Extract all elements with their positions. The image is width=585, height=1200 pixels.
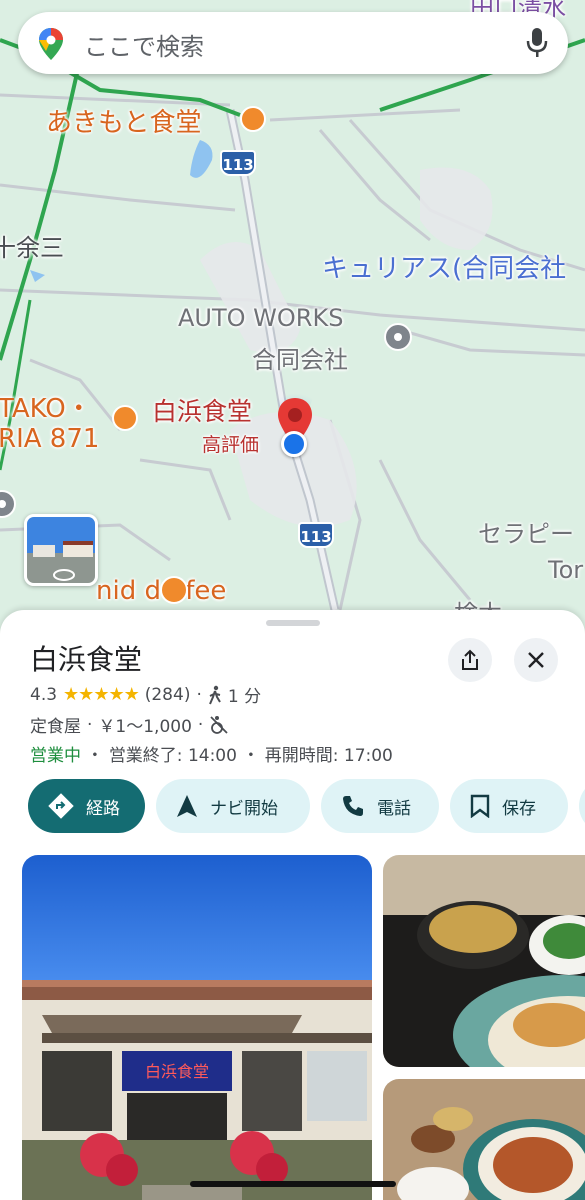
separator: ・ bbox=[86, 746, 104, 766]
map-view[interactable]: 田口清水 あきもと食堂 113 十余三 キュリアス(合同会社 AUTO WORK… bbox=[0, 0, 585, 640]
home-indicator[interactable] bbox=[190, 1181, 396, 1187]
start-navigation-button[interactable]: ナビ開始 bbox=[156, 779, 310, 833]
sheet-drag-handle[interactable] bbox=[266, 620, 320, 626]
open-status: 営業中 bbox=[30, 746, 81, 766]
close-icon bbox=[528, 652, 544, 668]
banner-text: 白浜食堂 bbox=[145, 1062, 209, 1081]
save-button[interactable]: 保存 bbox=[450, 779, 568, 833]
rating-stars: ★★★★★ bbox=[63, 684, 140, 705]
category: 定食屋 bbox=[30, 717, 81, 737]
map-label-akimoto[interactable]: あきもと食堂 bbox=[46, 102, 201, 139]
ginger-pork-image bbox=[383, 1079, 585, 1200]
map-label-tako-sub[interactable]: RIA 871 bbox=[0, 424, 99, 454]
mic-icon[interactable] bbox=[526, 27, 548, 59]
place-details-sheet[interactable]: 白浜食堂 4.3 ★★★★★ (284) · 1 分 定食屋 · ￥1〜1,00… bbox=[0, 610, 585, 1200]
bookmark-icon bbox=[470, 794, 490, 818]
cafe-icon[interactable] bbox=[160, 576, 188, 604]
separator: ・ bbox=[242, 746, 260, 766]
food-photo-1[interactable] bbox=[383, 855, 585, 1067]
map-label-shirahama[interactable]: 白浜食堂 bbox=[152, 392, 252, 428]
call-button[interactable]: 電話 bbox=[321, 779, 439, 833]
street-view-thumbnail[interactable] bbox=[24, 514, 98, 586]
food-photo-2[interactable] bbox=[383, 1079, 585, 1200]
restaurant-icon[interactable] bbox=[112, 405, 138, 431]
review-count[interactable]: (284) bbox=[145, 685, 191, 705]
separator: · bbox=[197, 714, 204, 735]
separator: · bbox=[196, 684, 202, 705]
navigate-label: ナビ開始 bbox=[210, 798, 278, 819]
directions-button[interactable]: 経路 bbox=[28, 779, 145, 833]
no-wheelchair-icon bbox=[210, 715, 228, 734]
phone-icon bbox=[343, 796, 363, 816]
map-label-auto-works[interactable]: AUTO WORKS bbox=[178, 304, 343, 332]
restaurant-icon[interactable] bbox=[240, 106, 266, 132]
call-label: 電話 bbox=[377, 798, 411, 819]
map-label-auto-works-sub[interactable]: 合同会社 bbox=[252, 340, 348, 375]
reopen-time: 再開時間: 17:00 bbox=[264, 746, 393, 766]
closing-time: 営業終了: 14:00 bbox=[108, 746, 237, 766]
directions-icon bbox=[48, 793, 74, 819]
maps-pin-icon bbox=[39, 28, 63, 60]
share-icon bbox=[462, 649, 478, 670]
share-button[interactable] bbox=[448, 638, 492, 682]
separator: · bbox=[87, 714, 93, 735]
map-label-tako[interactable]: TAKO・ bbox=[0, 388, 92, 425]
hours-row[interactable]: 営業中 ・ 営業終了: 14:00 ・ 再開時間: 17:00 bbox=[30, 741, 393, 766]
map-label-serapi[interactable]: セラピー bbox=[478, 514, 574, 549]
action-chips: 経路 ナビ開始 電話 保存 bbox=[28, 779, 585, 833]
map-label-curious[interactable]: キュリアス(合同会社 bbox=[322, 248, 566, 285]
search-input[interactable]: ここで検索 bbox=[84, 27, 204, 62]
street-view-icon bbox=[27, 517, 95, 583]
directions-label: 経路 bbox=[86, 798, 120, 819]
rating-value: 4.3 bbox=[30, 684, 58, 705]
price-range: ￥1〜1,000 bbox=[98, 717, 192, 737]
walk-time: 1 分 bbox=[227, 687, 262, 707]
route-shield-113: 113 bbox=[220, 150, 256, 176]
category-row: 定食屋 · ￥1〜1,000 · bbox=[30, 712, 229, 737]
storefront-image: 白浜食堂 bbox=[22, 855, 372, 1200]
more-actions-button[interactable] bbox=[579, 779, 585, 833]
walk-icon bbox=[208, 685, 221, 704]
navigate-arrow-icon bbox=[177, 795, 197, 817]
save-label: 保存 bbox=[502, 798, 536, 819]
rating-row: 4.3 ★★★★★ (284) · 1 分 bbox=[30, 682, 261, 707]
storefront-photo[interactable]: 白浜食堂 bbox=[22, 855, 372, 1200]
place-icon[interactable] bbox=[384, 323, 412, 351]
map-label-tor[interactable]: Tor bbox=[548, 556, 583, 584]
search-bar[interactable]: ここで検索 bbox=[18, 12, 568, 74]
map-label-juyosan[interactable]: 十余三 bbox=[0, 228, 64, 263]
place-title: 白浜食堂 bbox=[30, 643, 143, 676]
close-button[interactable] bbox=[514, 638, 558, 682]
set-meal-image bbox=[383, 855, 585, 1067]
my-location-dot bbox=[281, 431, 307, 457]
route-shield-113: 113 bbox=[298, 522, 334, 548]
